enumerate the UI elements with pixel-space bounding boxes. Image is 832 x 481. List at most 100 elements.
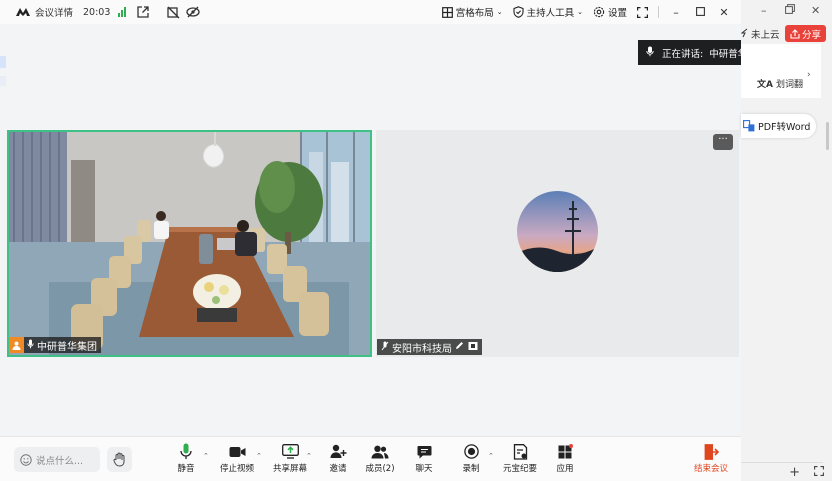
video-tile[interactable]: ··· 安阳市科技局 [376,130,739,357]
expand-icon[interactable] [814,465,824,480]
speaking-prefix: 正在讲话: [662,48,704,60]
translate-label: 划词翻 [775,80,803,90]
minutes-label: 元宝纪要 [502,464,537,474]
chat-label: 聊天 [415,464,433,474]
signal-strength-icon[interactable] [118,7,127,17]
pdf-label: PDF转Word [758,122,811,133]
record-icon [463,443,479,460]
participant-name-tag: 安阳市科技局 [377,339,482,355]
app-logo-icon [16,8,30,16]
chevron-right-icon[interactable]: › [807,70,811,80]
shield-icon [513,6,524,18]
meeting-toolbar: 说点什么... 静音 ⌃ 停止视频 ⌃ 共享屏幕 ⌃ 邀请 成员(2) 聊天 录… [0,436,741,481]
camera-off-icon [468,341,478,354]
conference-room-video [9,132,370,355]
layout-menu[interactable]: 宫格布局 ⌄ [441,5,503,19]
minimize-button[interactable]: – [669,6,683,19]
apps-label: 应用 [556,464,574,474]
divider [741,462,823,463]
mute-label: 静音 [177,464,195,474]
hand-icon [113,452,124,467]
video-camera-icon [229,443,246,460]
meeting-details-link[interactable]: 会议详情 [35,5,73,19]
participant-name: 安阳市科技局 [392,343,452,355]
scrollbar-thumb[interactable] [826,122,829,150]
record-label: 录制 [462,464,480,474]
close-button[interactable]: ✕ [811,4,820,17]
grid-icon [441,6,453,18]
fullscreen-icon[interactable] [637,6,648,18]
translate-button[interactable]: 文A 划词翻 [757,77,803,90]
chevron-down-icon: ⌄ [577,8,583,16]
background-window-edge [0,56,6,68]
meeting-timer: 20:03 [83,6,111,18]
meeting-window: 会议详情 20:03 宫格布局 ⌄ 主持人工具 ⌄ 设置 – ✕ 中研普华集团 … [0,0,813,481]
convert-icon [743,120,755,132]
share-label: 分享 [801,29,821,41]
chat-button[interactable]: 聊天 [399,443,449,474]
cloud-status[interactable]: 未上云 [740,26,780,42]
host-badge-icon [9,337,24,353]
raise-hand-button[interactable] [107,447,132,472]
share-screen-label: 共享屏幕 [272,464,307,474]
add-user-icon [330,443,347,460]
chevron-up-icon[interactable]: ⌃ [488,452,494,460]
background-window-edge [0,76,6,86]
hide-icon[interactable] [186,5,201,19]
gear-icon [593,6,605,18]
chat-placeholder: 说点什么... [36,455,84,467]
minutes-icon [513,443,528,460]
end-meeting-button[interactable]: 结束会议 [686,443,736,474]
browser-side-panel: – ✕ 未上云 分享 › 文A 划词翻 PDF转Word + [740,0,832,481]
chevron-down-icon: ⌄ [496,8,503,16]
more-options-button[interactable]: ··· [713,134,733,150]
apps-grid-icon [558,443,573,460]
members-button[interactable]: 成员(2) [355,443,405,474]
video-stage: 中研普华集团 ··· 安阳市科技局 [0,24,741,436]
video-tile-active[interactable]: 中研普华集团 [7,130,372,357]
chevron-up-icon[interactable]: ⌃ [306,452,312,460]
members-icon [371,443,389,460]
cloud-icon [740,28,749,41]
popout-icon[interactable] [136,5,150,19]
members-label: 成员(2) [365,464,395,474]
stop-video-label: 停止视频 [219,464,254,474]
settings-button[interactable]: 设置 [593,5,627,19]
share-icon [790,28,800,39]
minimize-button[interactable]: – [761,4,767,17]
host-tools-label: 主持人工具 [526,8,575,19]
chat-icon [417,443,432,460]
strip-bottom-bar: + [741,464,832,481]
layout-label: 宫格布局 [455,8,494,19]
maximize-button[interactable] [693,6,707,19]
participant-name-tag: 中研普华集团 [9,337,101,353]
end-meeting-label: 结束会议 [693,464,728,474]
edit-icon[interactable] [455,341,464,353]
close-button[interactable]: ✕ [717,6,731,19]
chevron-up-icon[interactable]: ⌃ [203,452,209,460]
invite-label: 邀请 [329,464,347,474]
avatar [517,191,598,272]
apps-button[interactable]: 应用 [540,443,590,474]
emoji-icon[interactable] [20,453,32,466]
divider [658,6,659,18]
title-bar-right: 宫格布局 ⌄ 主持人工具 ⌄ 设置 – ✕ [441,0,731,24]
chevron-up-icon[interactable]: ⌃ [256,452,262,460]
host-tools-menu[interactable]: 主持人工具 ⌄ [513,5,583,19]
microphone-icon [646,46,654,60]
microphone-muted-icon [381,341,389,354]
title-bar: 会议详情 20:03 宫格布局 ⌄ 主持人工具 ⌄ 设置 – ✕ [0,0,741,24]
stop-video-button[interactable]: 停止视频 [212,443,262,474]
chat-input[interactable]: 说点什么... [14,447,100,472]
pdf-to-word-button[interactable]: PDF转Word [741,114,816,138]
share-screen-icon [281,443,299,460]
translate-icon: 文A [757,80,773,90]
share-button[interactable]: 分享 [785,25,826,42]
microphone-icon [180,443,192,460]
no-screenshot-icon[interactable] [166,5,180,19]
add-icon[interactable]: + [789,465,800,480]
restore-button[interactable] [785,4,795,17]
exit-icon [704,443,719,460]
minutes-button[interactable]: 元宝纪要 [495,443,545,474]
settings-label: 设置 [607,8,627,19]
